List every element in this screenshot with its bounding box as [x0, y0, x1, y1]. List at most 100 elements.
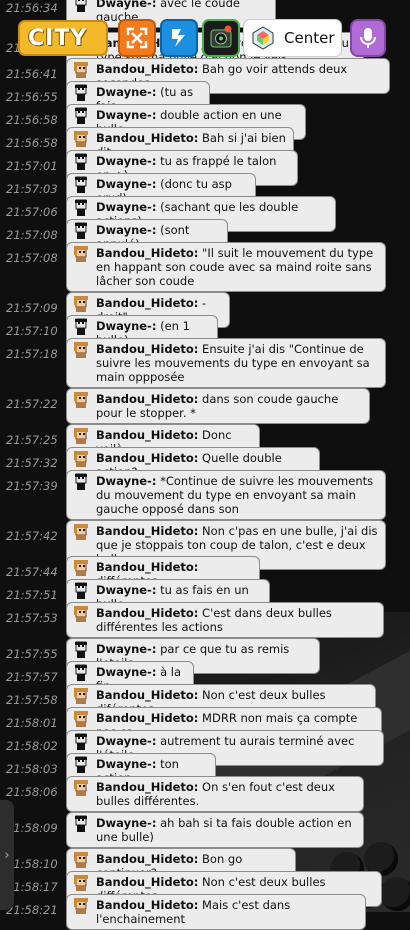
- catalog-button[interactable]: [160, 19, 198, 57]
- dwayne-avatar: [70, 107, 91, 125]
- timestamp: 21:57:39: [6, 479, 58, 493]
- bandou-avatar: [70, 245, 91, 263]
- timestamp: 21:57:51: [6, 588, 58, 602]
- bandou-avatar: [70, 710, 91, 728]
- microphone-button[interactable]: [350, 19, 386, 57]
- dwayne-avatar: [70, 664, 91, 682]
- timestamp: 21:57:25: [6, 433, 58, 447]
- username[interactable]: Bandou_Hideto:: [96, 688, 198, 702]
- city-label: CITY: [28, 25, 88, 51]
- username[interactable]: Dwayne-:: [96, 583, 156, 597]
- timestamp: 21:58:01: [6, 716, 58, 730]
- timestamp: 21:57:09: [6, 301, 58, 315]
- username[interactable]: Dwayne-:: [96, 642, 156, 656]
- username[interactable]: Bandou_Hideto:: [96, 451, 198, 465]
- username[interactable]: Dwayne-:: [96, 474, 156, 488]
- username[interactable]: Bandou_Hideto:: [96, 560, 198, 574]
- username[interactable]: Dwayne-:: [96, 757, 156, 771]
- username[interactable]: Dwayne-:: [96, 85, 156, 99]
- chat-bubble[interactable]: Bandou_Hideto: dans son coude gauche pou…: [66, 388, 370, 424]
- timestamp: 21:57:03: [6, 182, 58, 196]
- center-label: Center: [284, 29, 335, 47]
- bandou-avatar: [70, 605, 91, 623]
- username[interactable]: Bandou_Hideto:: [96, 898, 198, 912]
- timestamp: 21:57:42: [6, 529, 58, 543]
- bandou-avatar: [70, 851, 91, 869]
- dwayne-avatar: [70, 815, 91, 833]
- chat-bubble[interactable]: Bandou_Hideto: Ensuite j'ai dis "Continu…: [66, 338, 386, 388]
- timestamp: 21:58:02: [6, 739, 58, 753]
- dwayne-avatar: [70, 153, 91, 171]
- camera-icon: [210, 25, 232, 48]
- dwayne-avatar: [70, 199, 91, 217]
- username[interactable]: Bandou_Hideto:: [96, 296, 198, 310]
- dwayne-avatar: [70, 176, 91, 194]
- timestamp: 21:58:21: [6, 903, 58, 917]
- bandou-avatar: [70, 427, 91, 445]
- bandou-avatar: [70, 874, 91, 892]
- dwayne-avatar: [70, 733, 91, 751]
- username[interactable]: Bandou_Hideto:: [96, 524, 198, 538]
- timestamp: 21:58:06: [6, 785, 58, 799]
- bandou-avatar: [70, 523, 91, 541]
- expand-icon: [126, 27, 148, 49]
- username[interactable]: Dwayne-:: [96, 200, 156, 214]
- chat-bubble[interactable]: Bandou_Hideto: C'est dans deux bulles di…: [66, 602, 384, 638]
- bandou-avatar: [70, 341, 91, 359]
- username[interactable]: Dwayne-:: [96, 734, 156, 748]
- dwayne-avatar: [70, 473, 91, 491]
- bandou-avatar: [70, 779, 91, 797]
- username[interactable]: Dwayne-:: [96, 177, 156, 191]
- timestamp: 21:57:58: [6, 693, 58, 707]
- timestamp: 21:57:08: [6, 251, 58, 265]
- timestamp: 21:57:01: [6, 159, 58, 173]
- chat-bubble[interactable]: Dwayne-: ah bah si ta fais double action…: [66, 812, 364, 848]
- dwayne-avatar: [70, 222, 91, 240]
- top-toolbar: CITY Center: [0, 0, 410, 60]
- username[interactable]: Bandou_Hideto:: [96, 852, 198, 866]
- username[interactable]: Dwayne-:: [96, 154, 156, 168]
- timestamp: 21:57:22: [6, 397, 58, 411]
- side-panel-toggle[interactable]: ›: [0, 800, 14, 910]
- username[interactable]: Bandou_Hideto:: [96, 711, 198, 725]
- username[interactable]: Bandou_Hideto:: [96, 875, 198, 889]
- username[interactable]: Bandou_Hideto:: [96, 342, 198, 356]
- timestamp: 21:57:53: [6, 611, 58, 625]
- timestamp: 21:57:44: [6, 565, 58, 579]
- timestamp: 21:57:32: [6, 456, 58, 470]
- microphone-icon: [360, 28, 376, 48]
- chat-bubble[interactable]: Bandou_Hideto: "Il suit le mouvement du …: [66, 242, 386, 292]
- city-button[interactable]: CITY: [18, 20, 108, 56]
- bandou-avatar: [70, 61, 91, 79]
- username[interactable]: Dwayne-:: [96, 319, 156, 333]
- dwayne-avatar: [70, 318, 91, 336]
- username[interactable]: Bandou_Hideto:: [96, 246, 198, 260]
- username[interactable]: Bandou_Hideto:: [96, 131, 198, 145]
- bandou-avatar: [70, 295, 91, 313]
- timestamp: 21:57:18: [6, 347, 58, 361]
- timestamp: 21:56:58: [6, 136, 58, 150]
- dwayne-avatar: [70, 641, 91, 659]
- username[interactable]: Bandou_Hideto:: [96, 428, 198, 442]
- username[interactable]: Bandou_Hideto:: [96, 780, 198, 794]
- fullscreen-button[interactable]: [118, 19, 156, 57]
- dwayne-avatar: [70, 84, 91, 102]
- username[interactable]: Bandou_Hideto:: [96, 392, 198, 406]
- username[interactable]: Dwayne-:: [96, 816, 156, 830]
- timestamp: 21:57:08: [6, 228, 58, 242]
- username[interactable]: Bandou_Hideto:: [96, 62, 198, 76]
- username[interactable]: Bandou_Hideto:: [96, 606, 198, 620]
- chat-bubble[interactable]: Bandou_Hideto: On s'en fout c'est deux b…: [66, 776, 364, 812]
- username[interactable]: Dwayne-:: [96, 223, 156, 237]
- chat-bubble[interactable]: Dwayne-: *Continue de suivre les mouveme…: [66, 470, 386, 520]
- username[interactable]: Dwayne-:: [96, 108, 156, 122]
- camera-button[interactable]: [202, 19, 240, 57]
- chat-bubble[interactable]: Bandou_Hideto: Mais c'est dans l'enchain…: [66, 894, 366, 930]
- timestamp: 21:56:55: [6, 90, 58, 104]
- timestamp: 21:56:41: [6, 67, 58, 81]
- username[interactable]: Dwayne-:: [96, 665, 156, 679]
- bandou-avatar: [70, 391, 91, 409]
- timestamp: 21:57:57: [6, 670, 58, 684]
- center-button[interactable]: Center: [243, 19, 342, 57]
- bandou-avatar: [70, 450, 91, 468]
